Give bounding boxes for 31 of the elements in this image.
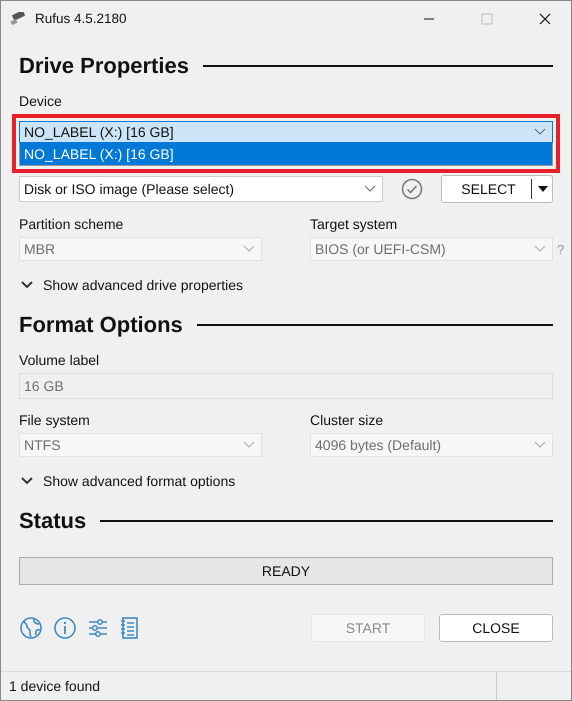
chevron-icon [21,477,33,485]
maximize-icon[interactable] [481,12,493,24]
window-title: Rufus 4.5.2180 [35,11,127,26]
log-icon[interactable] [119,617,139,639]
action-button[interactable]: CLOSE [439,614,553,642]
advanced-toggle[interactable]: Show advanced drive properties [19,275,553,295]
chevron-icon [21,281,33,289]
settings-icon[interactable] [87,617,109,639]
dropdown-option[interactable]: NO_LABEL (X:) [16 GB] [20,143,552,165]
section-heading: Format Options [19,312,183,338]
globe-icon[interactable] [19,616,43,640]
status-text: 1 device found [9,678,102,694]
chevron-icon[interactable] [534,128,546,136]
select-button[interactable]: SELECT [441,175,553,203]
boot-selection-dropdown[interactable]: Disk or ISO image (Please select) [19,176,383,202]
checkmark-icon[interactable] [401,178,423,200]
field-label: Target system [310,215,398,233]
field-label: Cluster size [310,411,384,429]
caret-icon[interactable] [538,186,548,192]
info-icon[interactable] [53,616,77,640]
field-label: Device [19,92,63,110]
advanced-toggle[interactable]: Show advanced format options [19,471,553,491]
field-label: File system [19,411,91,429]
section-heading: Status [19,508,86,534]
close-icon[interactable] [539,12,551,24]
device-dropdown[interactable]: NO_LABEL (X:) [16 GB] [19,121,553,143]
field-label: Partition scheme [19,215,124,233]
chevron-icon[interactable] [364,185,376,193]
section-heading: Drive Properties [19,53,189,79]
usb-drive-icon [9,12,27,26]
field-label: Volume label [19,351,100,369]
